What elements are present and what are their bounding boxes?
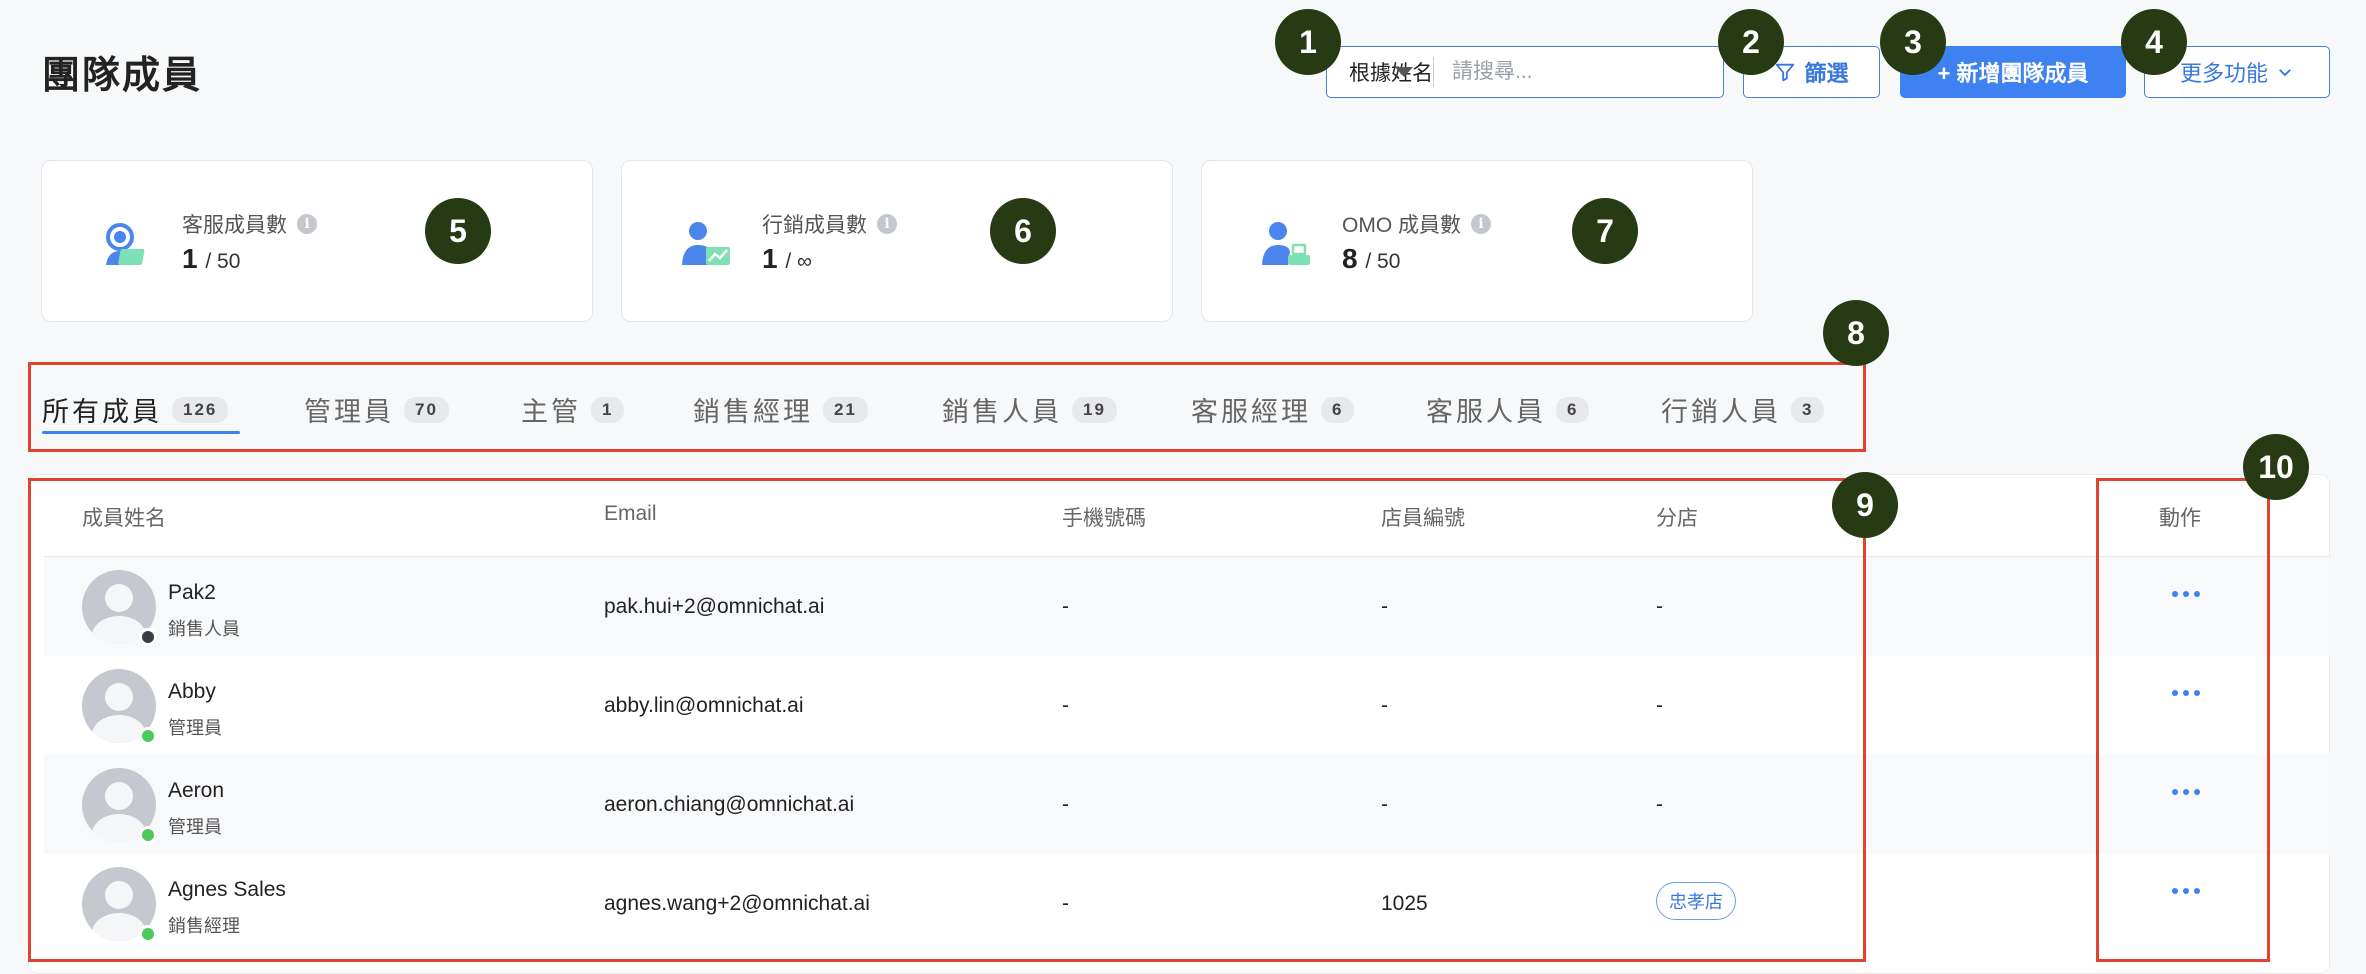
stat-label: 行銷成員數 i <box>762 209 897 239</box>
tab-sales-staff[interactable]: 銷售人員 19 <box>942 390 1117 429</box>
tab-label: 管理員 <box>304 397 394 427</box>
info-icon[interactable]: i <box>297 214 317 234</box>
stat-value-total: / ∞ <box>785 250 812 273</box>
stat-label: OMO 成員數 i <box>1342 209 1491 239</box>
callout-marker: 10 <box>2243 434 2309 500</box>
tab-count-badge: 21 <box>823 396 868 423</box>
filter-button-label: 篩選 <box>1804 61 1849 86</box>
caret-down-icon <box>1395 67 1413 77</box>
stat-value-count: 1 <box>762 243 778 274</box>
stat-value: 1 / 50 <box>182 243 240 275</box>
tab-marketing-staff[interactable]: 行銷人員 3 <box>1661 390 1825 429</box>
stat-label: 客服成員數 i <box>182 209 317 239</box>
search-group: 根據姓名 <box>1326 46 1724 98</box>
actions-highlight-box <box>2096 478 2270 962</box>
stat-card-omo: OMO 成員數 i 8 / 50 <box>1201 160 1753 322</box>
active-tab-indicator <box>42 431 240 434</box>
tab-cs-managers[interactable]: 客服經理 6 <box>1191 390 1355 429</box>
callout-marker: 8 <box>1823 300 1889 366</box>
stat-label-text: 行銷成員數 <box>762 214 867 237</box>
marketing-icon <box>682 222 730 265</box>
stat-value-count: 8 <box>1342 243 1358 274</box>
tab-count-badge: 70 <box>404 396 449 423</box>
tab-count-badge: 1 <box>591 396 625 423</box>
add-member-button-label: + 新增團隊成員 <box>1937 61 2089 86</box>
callout-marker: 4 <box>2121 9 2187 75</box>
callout-marker: 5 <box>425 198 491 264</box>
tab-label: 主管 <box>521 397 581 427</box>
stat-card-marketing: 行銷成員數 i 1 / ∞ <box>621 160 1173 322</box>
search-field-select-value: 根據姓名 <box>1349 62 1433 85</box>
callout-marker: 6 <box>990 198 1056 264</box>
tab-all-members[interactable]: 所有成員 126 <box>42 390 229 429</box>
stat-label-text: OMO 成員數 <box>1342 214 1461 237</box>
tab-label: 客服經理 <box>1191 397 1311 427</box>
callout-marker: 1 <box>1275 9 1341 75</box>
tab-label: 銷售人員 <box>942 397 1062 427</box>
tab-label: 所有成員 <box>42 397 162 427</box>
stat-value: 1 / ∞ <box>762 243 812 275</box>
tab-supervisors[interactable]: 主管 1 <box>521 390 625 429</box>
tab-label: 銷售經理 <box>693 397 813 427</box>
tab-admins[interactable]: 管理員 70 <box>304 390 449 429</box>
stat-value-total: / 50 <box>1365 250 1401 273</box>
tab-count-badge: 126 <box>172 396 229 423</box>
tab-cs-staff[interactable]: 客服人員 6 <box>1426 390 1590 429</box>
tab-count-badge: 6 <box>1556 396 1590 423</box>
callout-marker: 7 <box>1572 198 1638 264</box>
tab-count-badge: 6 <box>1321 396 1355 423</box>
table-highlight-box <box>28 478 1866 962</box>
callout-marker: 3 <box>1880 9 1946 75</box>
stat-card-customer-service: 客服成員數 i 1 / 50 <box>41 160 593 322</box>
tab-label: 行銷人員 <box>1661 397 1781 427</box>
callout-marker: 9 <box>1832 472 1898 538</box>
info-icon[interactable]: i <box>1471 214 1491 234</box>
stat-value-total: / 50 <box>205 250 241 273</box>
tab-sales-managers[interactable]: 銷售經理 21 <box>693 390 868 429</box>
stat-value-count: 1 <box>182 243 198 274</box>
omo-icon <box>1262 222 1310 265</box>
search-input[interactable] <box>1434 47 1723 97</box>
chevron-down-icon <box>2279 69 2291 77</box>
tab-count-badge: 19 <box>1072 396 1117 423</box>
search-field-select[interactable]: 根據姓名 <box>1327 57 1434 87</box>
stat-value: 8 / 50 <box>1342 243 1400 275</box>
callout-marker: 2 <box>1718 9 1784 75</box>
tab-label: 客服人員 <box>1426 397 1546 427</box>
tab-count-badge: 3 <box>1791 396 1825 423</box>
customer-service-icon <box>106 223 145 265</box>
page-title: 團隊成員 <box>42 55 203 97</box>
more-functions-button-label: 更多功能 <box>2179 61 2268 86</box>
filter-icon <box>1776 63 1795 82</box>
info-icon[interactable]: i <box>877 214 897 234</box>
stat-label-text: 客服成員數 <box>182 214 287 237</box>
